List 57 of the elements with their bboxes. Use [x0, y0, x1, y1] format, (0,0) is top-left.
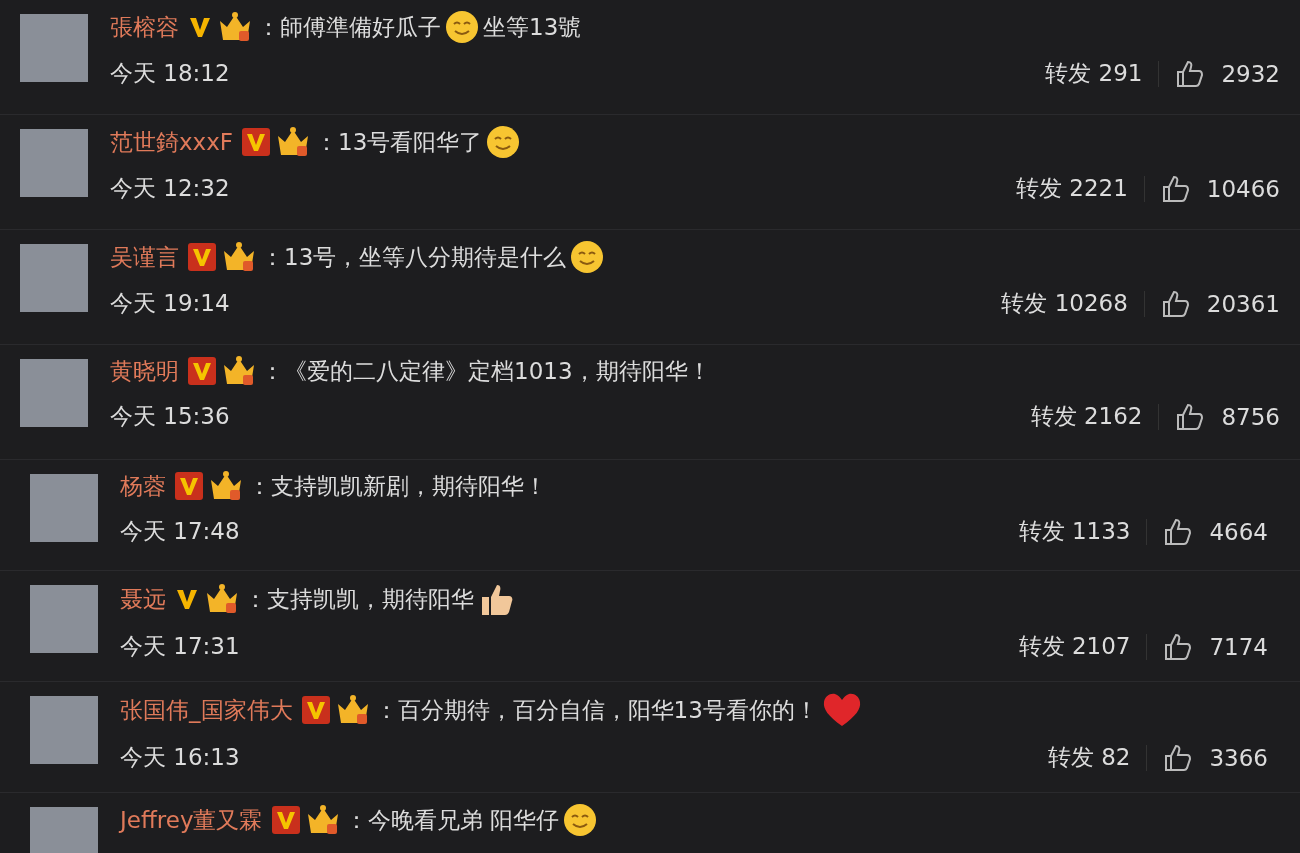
- comment-time: 今天 16:13: [120, 743, 240, 772]
- repost-link[interactable]: 转发 2162: [1030, 401, 1143, 432]
- comment-text: ：13号，坐等八分期待是什么: [261, 242, 567, 272]
- user-name[interactable]: 吴谨言: [110, 241, 179, 273]
- avatar-placeholder[interactable]: [30, 585, 98, 653]
- user-name[interactable]: Jeffrey董又霖: [120, 804, 263, 836]
- user-name[interactable]: 聂远: [120, 583, 166, 615]
- like-count: 2932: [1221, 60, 1280, 87]
- comment-text: ：師傅準備好瓜子: [257, 12, 441, 42]
- comment-text: ：《爱的二八定律》定档1013，期待阳华！: [261, 356, 711, 386]
- user-name[interactable]: 杨蓉: [120, 470, 166, 502]
- like-count: 20361: [1206, 290, 1280, 317]
- repost-link[interactable]: 转发 1133: [1018, 516, 1131, 547]
- like-icon[interactable]: [1175, 401, 1206, 432]
- crown-badge-icon: [221, 241, 257, 273]
- repost-link[interactable]: 转发 82: [1047, 742, 1131, 773]
- user-name[interactable]: 范世錡xxxF: [110, 126, 234, 158]
- user-name[interactable]: 黄晓明: [110, 355, 179, 387]
- repost-link[interactable]: 转发 291: [1045, 58, 1143, 89]
- crown-badge-icon: [208, 470, 244, 502]
- avatar-placeholder[interactable]: [20, 359, 88, 427]
- comment-time: 今天 18:12: [110, 59, 230, 88]
- avatar-placeholder[interactable]: [20, 244, 88, 312]
- comment-time: 今天 17:48: [120, 517, 240, 546]
- crown-badge-icon: [204, 583, 240, 615]
- user-name[interactable]: 張榕容: [110, 11, 179, 43]
- like-count: 10466: [1206, 175, 1280, 202]
- comment-time: 今天 17:31: [120, 632, 240, 661]
- like-count: 4664: [1209, 518, 1268, 545]
- crown-badge-icon: [217, 11, 253, 43]
- like-count: 7174: [1209, 633, 1268, 660]
- comment-text: ：13号看阳华了: [315, 127, 483, 157]
- repost-link[interactable]: 转发 2221: [1015, 173, 1128, 204]
- avatar-placeholder[interactable]: [20, 129, 88, 197]
- comment-text: ：今晚看兄弟 阳华仔: [344, 805, 559, 835]
- comment-time: 今天 15:36: [110, 402, 230, 431]
- comment-text: ：支持凯凯，期待阳华: [244, 584, 474, 614]
- like-icon[interactable]: [1163, 631, 1194, 662]
- comment-text: ：支持凯凯新剧，期待阳华！: [248, 471, 547, 501]
- repost-link[interactable]: 转发 10268: [1001, 288, 1128, 319]
- user-name[interactable]: 张国伟_国家伟大: [120, 694, 293, 726]
- comment-time: 今天 19:14: [110, 289, 230, 318]
- avatar-placeholder[interactable]: [30, 474, 98, 542]
- like-icon[interactable]: [1160, 288, 1191, 319]
- comment-text: ：百分期待，百分自信，阳华13号看你的！: [374, 695, 818, 725]
- like-count: 3366: [1209, 744, 1268, 771]
- like-icon[interactable]: [1175, 58, 1206, 89]
- comment-time: 今天 12:32: [110, 174, 230, 203]
- avatar-placeholder[interactable]: [20, 14, 88, 82]
- like-icon[interactable]: [1163, 516, 1194, 547]
- avatar-placeholder[interactable]: [30, 696, 98, 764]
- like-icon[interactable]: [1163, 742, 1194, 773]
- crown-badge-icon: [221, 355, 257, 387]
- like-count: 8756: [1221, 403, 1280, 430]
- like-icon[interactable]: [1160, 173, 1191, 204]
- comment-text: 坐等13號: [483, 12, 582, 42]
- repost-link[interactable]: 转发 2107: [1018, 631, 1131, 662]
